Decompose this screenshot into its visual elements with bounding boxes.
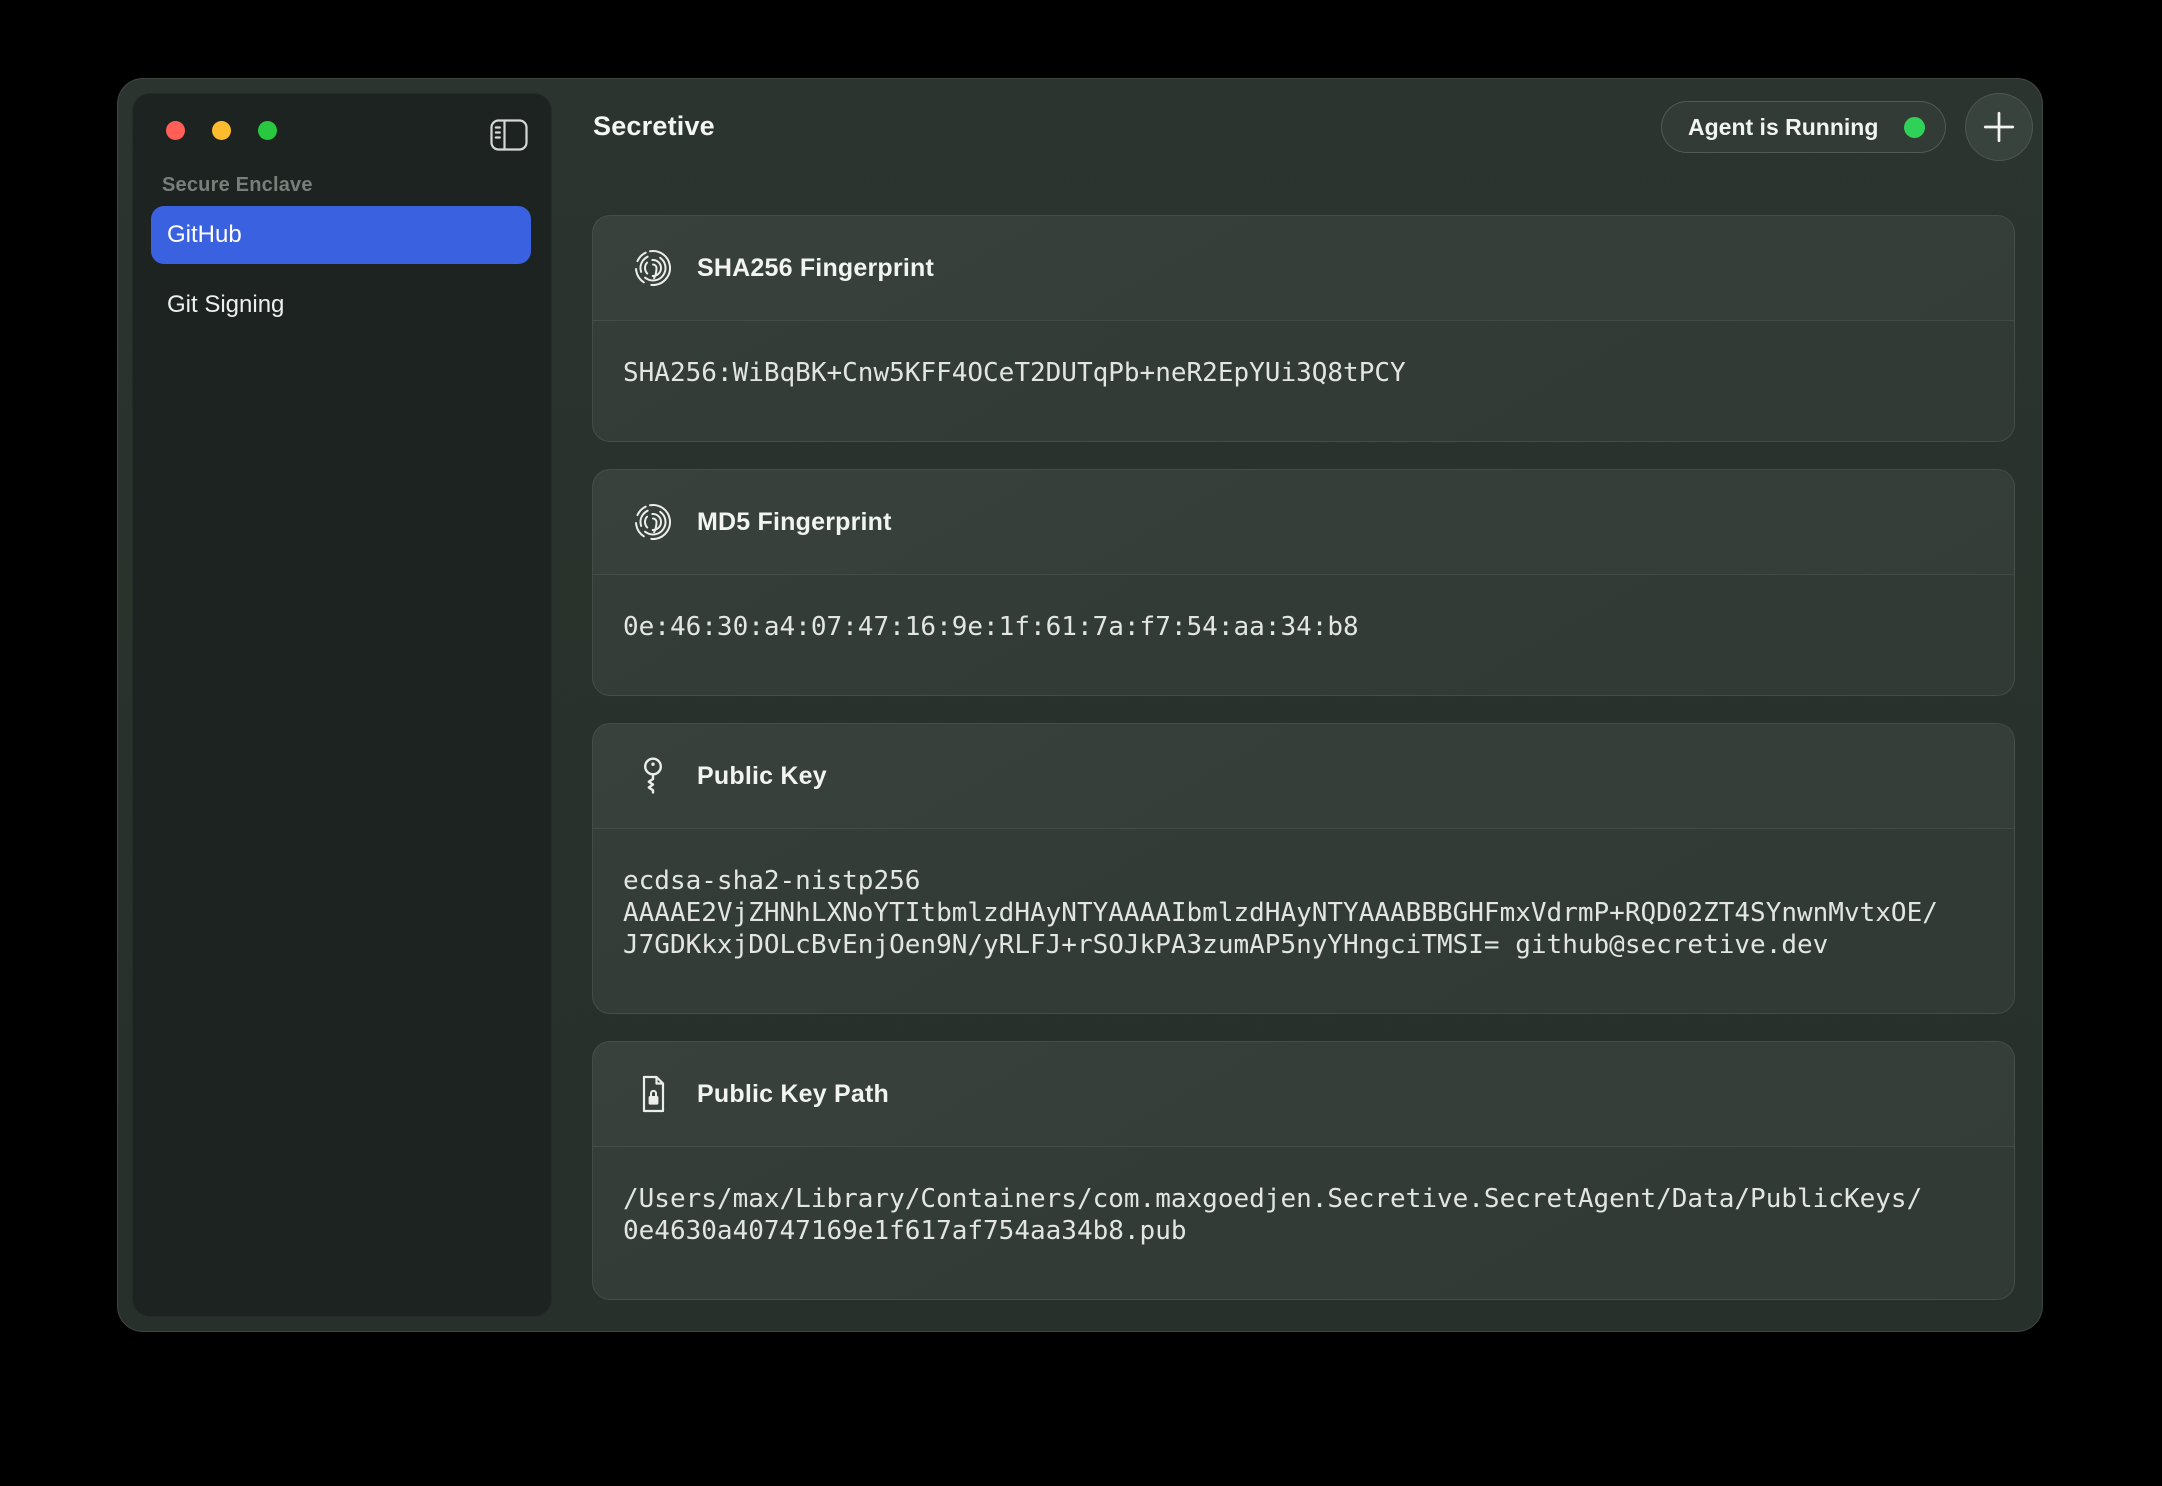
agent-running-indicator-dot <box>1904 117 1925 138</box>
card-value-line: /Users/max/Library/Containers/com.maxgoe… <box>623 1183 1984 1215</box>
card-title: Public Key Path <box>697 1080 889 1109</box>
doc-lock-icon <box>631 1072 675 1116</box>
card-value-line: 0e:46:30:a4:07:47:16:9e:1f:61:7a:f7:54:a… <box>623 611 1984 643</box>
card-title: MD5 Fingerprint <box>697 508 892 537</box>
sidebar-item-list: GitHub Git Signing <box>151 206 531 334</box>
card-title: SHA256 Fingerprint <box>697 254 934 283</box>
card-value-line: 0e4630a40747169e1f617af754aa34b8.pub <box>623 1215 1984 1247</box>
toggle-sidebar-button[interactable] <box>485 116 533 154</box>
sidebar-item-github[interactable]: GitHub <box>151 206 531 264</box>
agent-status-badge: Agent is Running <box>1661 101 1946 153</box>
window-controls <box>166 121 277 140</box>
card-title: Public Key <box>697 762 827 791</box>
create-secret-button[interactable] <box>1965 93 2033 161</box>
card-value-line: SHA256:WiBqBK+Cnw5KFF4OCeT2DUTqPb+neR2Ep… <box>623 357 1984 389</box>
info-card: Public Key ecdsa-sha2-nistp256AAAAE2VjZH… <box>592 723 2015 1014</box>
card-value-line: AAAAE2VjZHNhLXNoYTItbmlzdHAyNTYAAAAIbmlz… <box>623 897 1984 929</box>
sidebar-item-label: Git Signing <box>167 291 284 319</box>
agent-status-label: Agent is Running <box>1688 114 1878 141</box>
card-value-line: ecdsa-sha2-nistp256 <box>623 865 1984 897</box>
minimize-window-button[interactable] <box>212 121 231 140</box>
info-card: SHA256 Fingerprint SHA256:WiBqBK+Cnw5KFF… <box>592 215 2015 442</box>
card-header: MD5 Fingerprint <box>593 470 2014 575</box>
card-value[interactable]: 0e:46:30:a4:07:47:16:9e:1f:61:7a:f7:54:a… <box>593 575 2014 695</box>
card-value[interactable]: SHA256:WiBqBK+Cnw5KFF4OCeT2DUTqPb+neR2Ep… <box>593 321 2014 441</box>
sidebar-item-label: GitHub <box>167 221 242 249</box>
card-value[interactable]: ecdsa-sha2-nistp256AAAAE2VjZHNhLXNoYTItb… <box>593 829 2014 1013</box>
key-icon <box>631 754 675 798</box>
sidebar: Secure Enclave GitHub Git Signing <box>132 93 552 1317</box>
close-window-button[interactable] <box>166 121 185 140</box>
zoom-window-button[interactable] <box>258 121 277 140</box>
secretive-app-window: Secure Enclave GitHub Git Signing Secret… <box>117 78 2043 1332</box>
card-header: Public Key Path <box>593 1042 2014 1147</box>
sidebar-toggle-icon <box>490 119 528 151</box>
key-detail-cards: SHA256 Fingerprint SHA256:WiBqBK+Cnw5KFF… <box>592 215 2015 1300</box>
card-header: Public Key <box>593 724 2014 829</box>
page-title: Secretive <box>593 111 715 142</box>
sidebar-section-label: Secure Enclave <box>162 174 313 197</box>
fingerprint-icon <box>631 246 675 290</box>
fingerprint-icon <box>631 500 675 544</box>
info-card: Public Key Path /Users/max/Library/Conta… <box>592 1041 2015 1300</box>
plus-icon <box>1980 108 2018 146</box>
info-card: MD5 Fingerprint 0e:46:30:a4:07:47:16:9e:… <box>592 469 2015 696</box>
card-header: SHA256 Fingerprint <box>593 216 2014 321</box>
card-value[interactable]: /Users/max/Library/Containers/com.maxgoe… <box>593 1147 2014 1299</box>
sidebar-item-git-signing[interactable]: Git Signing <box>151 276 531 334</box>
card-value-line: J7GDKkxjDOLcBvEnjOen9N/yRLFJ+rSOJkPA3zum… <box>623 929 1984 961</box>
